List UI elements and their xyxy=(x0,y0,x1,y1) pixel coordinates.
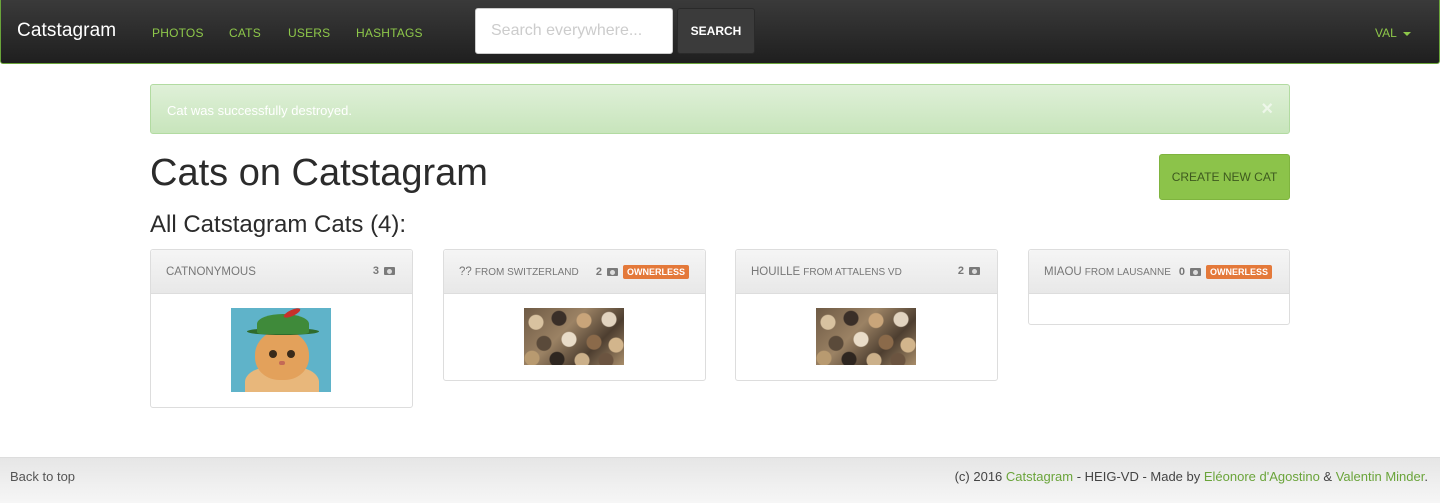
camera-icon xyxy=(384,267,395,275)
page-title: Cats on Catstagram xyxy=(150,152,488,194)
cat-thumbnail[interactable] xyxy=(231,308,331,392)
photo-count: 0 OWNERLESS xyxy=(1179,265,1272,279)
cat-card-header: MIAOU FROM LAUSANNE 0 OWNERLESS xyxy=(1029,250,1289,294)
cat-card[interactable]: CATNONYMOUS 3 xyxy=(150,249,413,408)
nav-link-hashtags[interactable]: HASHTAGS xyxy=(356,26,423,40)
camera-icon xyxy=(969,267,980,275)
photo-count-value: 0 xyxy=(1178,266,1185,278)
success-alert: Cat was successfully destroyed. × xyxy=(150,84,1290,134)
cat-name[interactable]: MIAOU FROM LAUSANNE xyxy=(1044,266,1171,278)
photo-count-value: 2 xyxy=(595,266,602,278)
cat-card-header: HOUILLE FROM ATTALENS VD 2 xyxy=(736,250,997,294)
user-menu[interactable]: VAL xyxy=(1375,26,1411,40)
cats-count-heading: All Catstagram Cats (4): xyxy=(150,211,407,238)
photo-count-value: 2 xyxy=(957,265,964,277)
author-link-valentin[interactable]: Valentin Minder xyxy=(1336,469,1425,484)
cat-card-header: ?? FROM SWITZERLAND 2 OWNERLESS xyxy=(444,250,705,294)
author-link-eleonore[interactable]: Eléonore d'Agostino xyxy=(1204,469,1320,484)
search-input[interactable] xyxy=(475,8,673,54)
create-new-cat-button[interactable]: CREATE NEW CAT xyxy=(1159,154,1290,200)
cat-name-text: HOUILLE xyxy=(751,266,801,278)
cat-origin: FROM ATTALENS VD xyxy=(803,267,902,278)
nav-link-users[interactable]: USERS xyxy=(288,26,330,40)
camera-icon xyxy=(1189,268,1201,276)
cat-name[interactable]: CATNONYMOUS xyxy=(166,266,256,278)
user-menu-label: VAL xyxy=(1375,26,1397,40)
cat-card[interactable]: ?? FROM SWITZERLAND 2 OWNERLESS xyxy=(443,249,706,381)
cat-name-text: CATNONYMOUS xyxy=(166,266,256,278)
cat-card[interactable]: MIAOU FROM LAUSANNE 0 OWNERLESS xyxy=(1028,249,1290,325)
copyright-suffix: . xyxy=(1424,469,1428,484)
camera-icon xyxy=(606,268,618,276)
brand-logo[interactable]: Catstagram xyxy=(17,20,116,42)
top-navbar: Catstagram PHOTOS CATS USERS HASHTAGS SE… xyxy=(0,0,1440,64)
search-button[interactable]: SEARCH xyxy=(677,8,755,54)
cat-card-body xyxy=(151,294,412,407)
cat-name[interactable]: ?? FROM SWITZERLAND xyxy=(459,266,579,278)
cat-name-text: MIAOU xyxy=(1044,266,1082,278)
copyright-and: & xyxy=(1319,469,1336,484)
close-icon[interactable]: × xyxy=(1261,98,1273,121)
cat-card-body xyxy=(736,294,997,380)
copyright-middle: - HEIG-VD - Made by xyxy=(1073,469,1204,484)
cat-name-text: ?? xyxy=(459,266,472,278)
nav-link-photos[interactable]: PHOTOS xyxy=(152,26,204,40)
photo-count: 2 xyxy=(958,265,980,277)
cat-thumbnail[interactable] xyxy=(816,308,916,365)
photo-count: 3 xyxy=(373,265,395,277)
cat-name[interactable]: HOUILLE FROM ATTALENS VD xyxy=(751,266,902,278)
alert-message: Cat was successfully destroyed. xyxy=(167,103,352,118)
site-link[interactable]: Catstagram xyxy=(1006,469,1073,484)
back-to-top-link[interactable]: Back to top xyxy=(10,469,75,484)
photo-count-value: 3 xyxy=(372,265,379,277)
cat-origin: FROM SWITZERLAND xyxy=(474,267,579,278)
cat-card[interactable]: HOUILLE FROM ATTALENS VD 2 xyxy=(735,249,998,381)
caret-down-icon xyxy=(1402,31,1411,36)
ownerless-badge: OWNERLESS xyxy=(622,265,689,279)
cat-origin: FROM LAUSANNE xyxy=(1084,267,1171,278)
cat-card-header: CATNONYMOUS 3 xyxy=(151,250,412,294)
photo-count: 2 OWNERLESS xyxy=(596,265,689,279)
copyright-text: (c) 2016 Catstagram - HEIG-VD - Made by … xyxy=(955,469,1428,484)
cat-card-body xyxy=(1029,294,1289,324)
page-footer: Back to top (c) 2016 Catstagram - HEIG-V… xyxy=(0,457,1440,503)
nav-link-cats[interactable]: CATS xyxy=(229,26,261,40)
copyright-prefix: (c) 2016 xyxy=(954,469,1006,484)
ownerless-badge: OWNERLESS xyxy=(1205,265,1272,279)
cat-thumbnail[interactable] xyxy=(524,308,624,365)
cat-card-body xyxy=(444,294,705,380)
